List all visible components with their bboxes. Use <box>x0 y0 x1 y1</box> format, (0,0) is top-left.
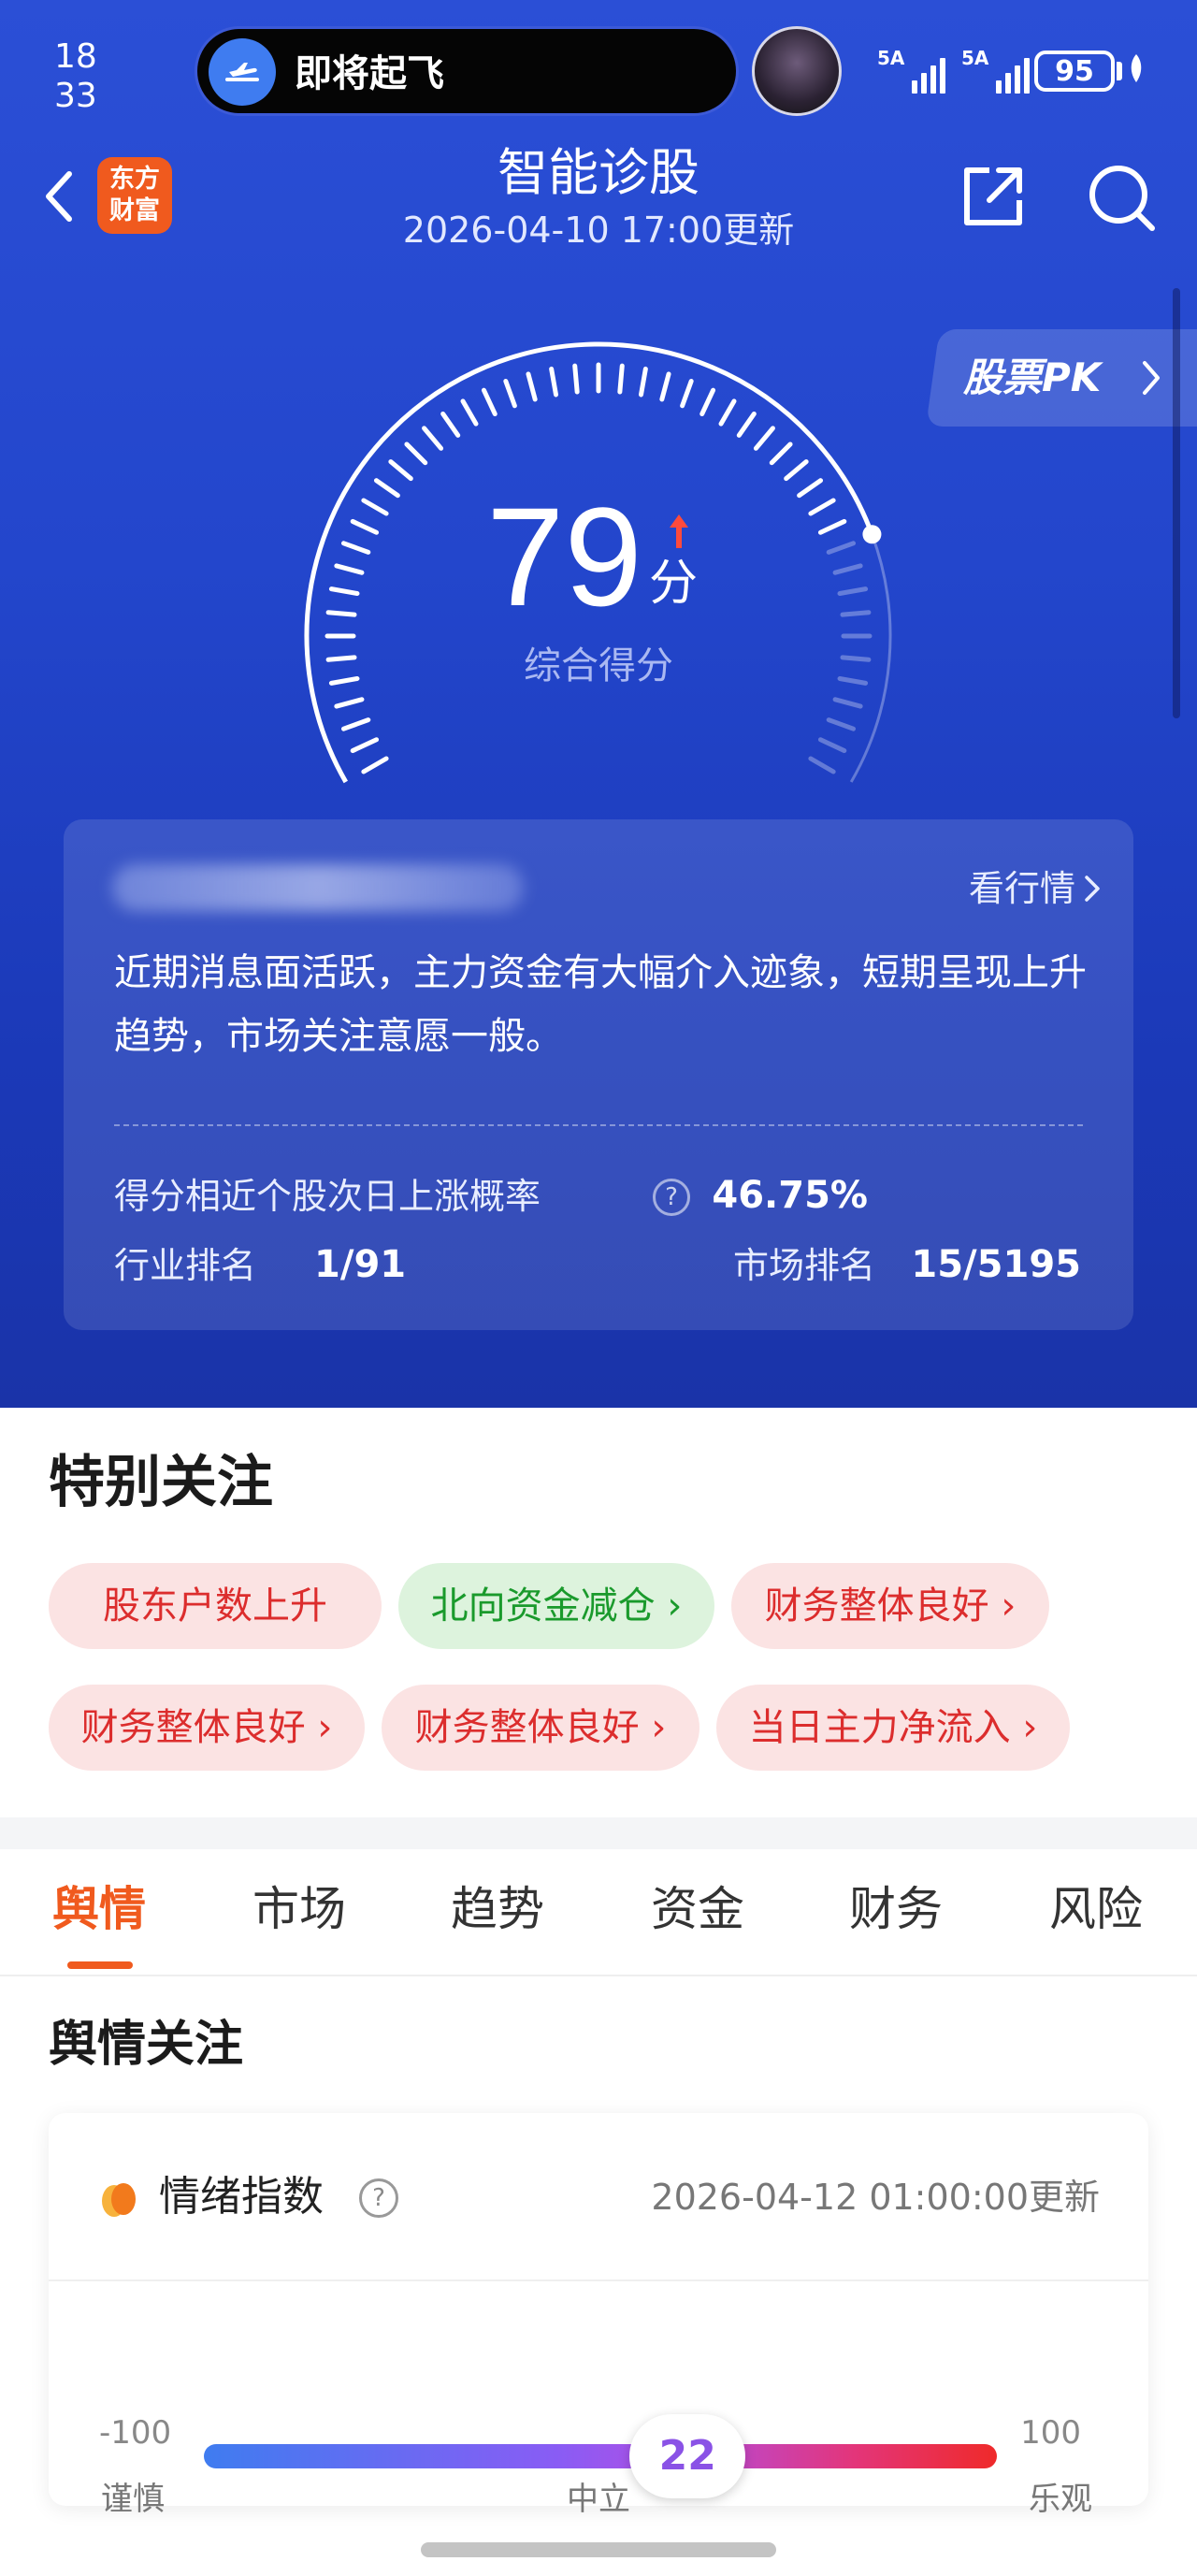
industry-rank-label: 行业排名 <box>114 1245 257 1286</box>
chip-finance-good[interactable]: 财务整体良好 › <box>49 1685 365 1771</box>
gauge-tick <box>659 371 671 402</box>
gauge-tick <box>817 737 847 754</box>
gauge-tick <box>572 363 580 395</box>
tab-sentiment[interactable]: 舆情 <box>52 1879 146 1939</box>
score-unit: 分 <box>649 556 699 612</box>
summary-card: 看行情 近期消息面活跃，主力资金有大幅介入迹象，短期呈现上升趋势，市场关注意愿一… <box>64 819 1133 1330</box>
gauge-tick <box>808 756 836 774</box>
help-icon[interactable]: ? <box>359 2178 398 2218</box>
score-up-arrow-icon <box>670 514 688 548</box>
special-attention-title: 特别关注 <box>49 1450 273 1515</box>
island-text: 即将起飞 <box>295 52 444 95</box>
chip-main-inflow[interactable]: 当日主力净流入 › <box>716 1685 1070 1771</box>
mood-min: -100 <box>99 2414 172 2452</box>
gauge-tick <box>769 441 793 466</box>
score-display: 79 分 <box>0 477 1197 636</box>
probability-label: 得分相近个股次日上涨概率 <box>114 1176 541 1217</box>
status-bar: 18 33 即将起飞 5A 5A 95 <box>0 0 1197 140</box>
chevron-right-icon <box>1085 876 1100 902</box>
gauge-tick <box>784 459 809 482</box>
chevron-right-icon <box>1143 361 1160 395</box>
tab-finance[interactable]: 财务 <box>849 1879 943 1939</box>
gauge-tick <box>334 697 365 709</box>
battery-level: 95 <box>1055 54 1094 88</box>
chip-finance-good[interactable]: 财务整体良好 › <box>731 1563 1049 1649</box>
gauge-tick <box>736 411 757 438</box>
tab-active-indicator <box>67 1961 133 1969</box>
nav-bar: 东方 财富 智能诊股 2026-04-10 17:00更新 <box>0 140 1197 281</box>
view-market-link[interactable]: 看行情 <box>969 864 1075 913</box>
battery-tip <box>1117 62 1122 80</box>
signal-icon: 5A <box>877 47 946 94</box>
gauge-tick <box>526 371 538 402</box>
summary-text: 近期消息面活跃，主力资金有大幅介入迹象，短期呈现上升趋势，市场关注意愿一般。 <box>114 951 1087 1058</box>
signal-label: 5A <box>961 47 989 69</box>
chip-finance-good[interactable]: 财务整体良好 › <box>382 1685 699 1771</box>
score-value: 79 <box>486 478 642 635</box>
market-rank-value: 15/5195 <box>911 1243 1081 1286</box>
gauge-tick <box>503 378 517 409</box>
battery-icon: 95 <box>1034 51 1115 92</box>
mood-label-neutral: 中立 <box>567 2481 630 2518</box>
clock-hour: 18 <box>54 37 97 76</box>
gauge-tick <box>753 426 775 451</box>
signal-icon: 5A <box>961 47 1031 94</box>
mood-updated-time: 2026-04-12 01:00:00更新 <box>651 2177 1100 2218</box>
gauge-tick <box>638 366 648 398</box>
gauge-tick <box>350 737 380 754</box>
gauge-tick <box>549 366 559 398</box>
dynamic-island[interactable]: 即将起飞 <box>195 26 739 116</box>
market-rank-label: 市场排名 <box>733 1245 876 1286</box>
gauge-tick <box>832 697 863 709</box>
sentiment-title: 舆情关注 <box>49 2017 244 2073</box>
gauge-tick <box>340 717 371 731</box>
status-clock: 18 33 <box>54 37 97 116</box>
mood-max: 100 <box>1020 2414 1081 2452</box>
tab-funds[interactable]: 资金 <box>651 1879 744 1939</box>
gauge-tick <box>680 378 694 409</box>
gauge-tick <box>440 411 461 438</box>
mood-label-optimistic: 乐观 <box>1029 2481 1092 2518</box>
home-indicator[interactable] <box>421 2542 776 2557</box>
tab-market[interactable]: 市场 <box>252 1879 346 1939</box>
gauge-tick <box>826 717 857 731</box>
airplane-takeoff-icon <box>209 38 276 106</box>
stock-pk-label[interactable]: 股票PK <box>963 350 1101 406</box>
chip-shareholders-up[interactable]: 股东户数上升 <box>49 1563 382 1649</box>
gauge-tick <box>718 398 737 427</box>
gauge-tick <box>422 426 444 451</box>
mood-index-card: 情绪指数 ? 2026-04-12 01:00:00更新 -100 22 100… <box>49 2113 1148 2518</box>
mood-index-title: 情绪指数 <box>159 2173 324 2221</box>
gauge-tick <box>361 756 389 774</box>
category-tabs: 舆情 市场 趋势 资金 财务 风险 <box>0 1849 1197 1976</box>
tab-risk[interactable]: 风险 <box>1049 1879 1143 1939</box>
gauge-tick <box>404 441 428 466</box>
gauge-tick <box>699 387 716 417</box>
gauge-tick <box>481 387 498 417</box>
mood-icon <box>102 2183 136 2217</box>
search-icon[interactable] <box>1085 161 1158 234</box>
industry-rank-value: 1/91 <box>314 1243 407 1286</box>
divider <box>49 2279 1148 2281</box>
leaf-icon <box>1131 54 1142 82</box>
chip-northbound-reduce[interactable]: 北向资金减仓 › <box>398 1563 714 1649</box>
blurred-stock-name <box>112 864 524 911</box>
hero-section: 18 33 即将起飞 5A 5A 95 东方 财富 智能诊股 2026-04-1… <box>0 0 1197 1408</box>
score-label: 综合得分 <box>524 644 673 687</box>
special-attention-section: 特别关注 股东户数上升 北向资金减仓 › 财务整体良好 › 财务整体良好 › 财… <box>0 1408 1197 1817</box>
gauge-tick <box>460 398 479 427</box>
signal-label: 5A <box>877 47 905 69</box>
tab-trend[interactable]: 趋势 <box>451 1879 544 1939</box>
share-icon[interactable] <box>958 161 1029 232</box>
probability-value: 46.75% <box>712 1174 868 1217</box>
gauge-tick <box>388 459 413 482</box>
avatar[interactable] <box>752 26 842 116</box>
divider <box>114 1124 1083 1126</box>
sentiment-section: 舆情关注 情绪指数 ? 2026-04-12 01:00:00更新 -100 2… <box>0 1976 1197 2576</box>
mood-scale-bar <box>204 2444 997 2468</box>
clock-minute: 33 <box>54 77 97 115</box>
gauge-tick <box>617 363 625 395</box>
